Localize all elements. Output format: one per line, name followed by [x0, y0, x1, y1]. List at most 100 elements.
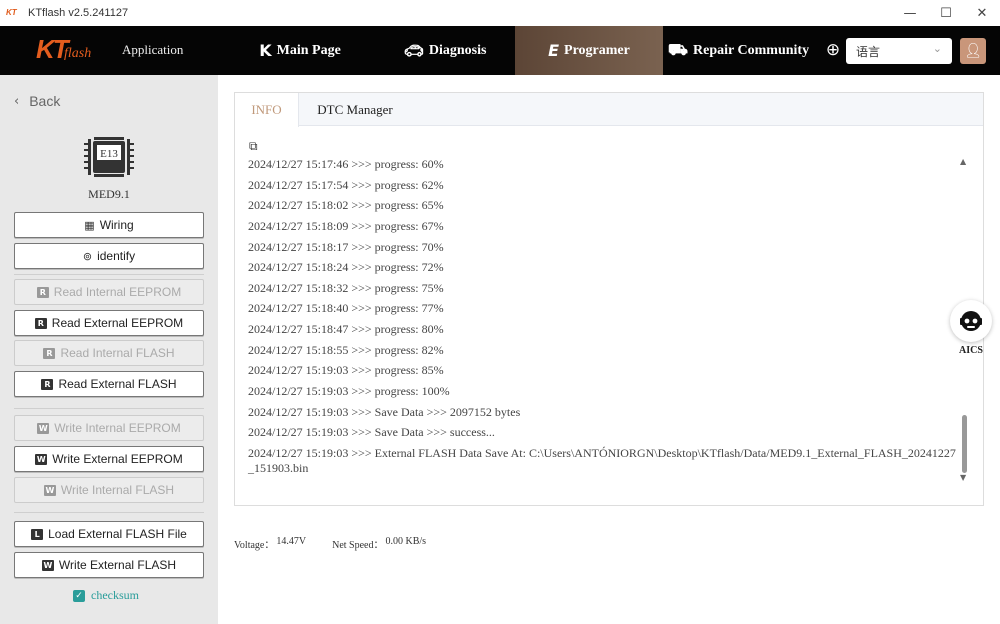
- write-external-eeprom-button[interactable]: W Write External EEPROM: [14, 446, 204, 472]
- log-line: 2024/12/27 15:18:02 >>> progress: 65%: [248, 198, 444, 213]
- log-line: 2024/12/27 15:19:03 >>> Save Data >>> 20…: [248, 404, 521, 419]
- aics-label: AICS: [959, 345, 983, 356]
- scroll-up-arrow-icon[interactable]: ▲: [960, 157, 966, 166]
- user-icon: 👤︎: [964, 43, 982, 59]
- checksum-checkbox[interactable]: ✓ checksum: [73, 588, 139, 603]
- load-external-flash-file-button[interactable]: L Load External FLASH File: [14, 521, 204, 547]
- read-external-flash-button[interactable]: R Read External FLASH: [14, 371, 204, 397]
- log-line: 2024/12/27 15:18:32 >>> progress: 75%: [248, 280, 444, 295]
- aics-assistant[interactable]: AICS: [948, 300, 994, 360]
- button-label: Wiring: [99, 218, 134, 232]
- button-label: Read Internal FLASH: [60, 346, 175, 360]
- ecu-name: MED9.1: [88, 187, 130, 201]
- read-icon: R: [43, 347, 56, 359]
- tab-bar: INFO DTC Manager: [235, 93, 983, 127]
- nav-label: Programer: [564, 42, 630, 58]
- back-button[interactable]: ‹ Back: [14, 93, 60, 109]
- button-label: Read External EEPROM: [51, 316, 184, 330]
- copy-icon[interactable]: ⧉: [249, 139, 258, 154]
- read-internal-eeprom-button[interactable]: R Read Internal EEPROM: [14, 279, 204, 305]
- chevron-left-icon: ‹: [14, 93, 20, 109]
- read-external-eeprom-button[interactable]: R Read External EEPROM: [14, 310, 204, 336]
- log-line: 2024/12/27 15:19:03 >>> progress: 85%: [248, 363, 444, 378]
- log-line: 2024/12/27 15:19:03 >>> External FLASH D…: [248, 445, 956, 475]
- window-title: KTflash v2.5.241127: [28, 7, 129, 19]
- brand-kt: KT: [36, 34, 69, 64]
- button-label: Write External FLASH: [58, 558, 177, 572]
- log-line: 2024/12/27 15:19:03 >>> progress: 100%: [248, 384, 450, 399]
- back-label: Back: [29, 93, 61, 109]
- checkmark-icon: ✓: [73, 589, 85, 602]
- log-line: 2024/12/27 15:17:46 >>> progress: 60%: [248, 157, 444, 171]
- button-label: Load External FLASH File: [48, 527, 187, 541]
- log-line: 2024/12/27 15:18:24 >>> progress: 72%: [248, 260, 444, 275]
- close-button[interactable]: ✕: [964, 0, 1000, 26]
- wiring-button[interactable]: ▦ Wiring: [14, 212, 204, 238]
- log-line: 2024/12/27 15:18:47 >>> progress: 80%: [248, 322, 444, 337]
- aics-button[interactable]: [950, 300, 992, 342]
- sidebar: ‹ Back E13 MED9.1 ▦ Wiring ⊚ identify R …: [0, 75, 218, 624]
- tab-dtc-manager[interactable]: DTC Manager: [299, 93, 411, 126]
- chip-icon: ⊚: [82, 249, 93, 263]
- read-internal-flash-button[interactable]: R Read Internal FLASH: [14, 340, 204, 366]
- net-speed-value: 0.00 KB/s: [385, 536, 427, 547]
- load-icon: L: [31, 528, 44, 540]
- k-logo-icon: K: [259, 41, 272, 60]
- tab-info[interactable]: INFO: [235, 93, 299, 127]
- minimize-button[interactable]: —: [892, 0, 928, 26]
- nav-repair-community[interactable]: ⛟ Repair Community: [666, 26, 811, 75]
- divider: [14, 512, 204, 513]
- log-line: 2024/12/27 15:18:17 >>> progress: 70%: [248, 239, 444, 254]
- write-icon: W: [41, 559, 54, 571]
- scroll-down-arrow-icon[interactable]: ▼: [960, 473, 966, 482]
- button-label: Write External EEPROM: [52, 452, 183, 466]
- voltage-value: 14.47V: [276, 536, 307, 547]
- user-avatar[interactable]: 👤︎: [960, 38, 986, 64]
- application-label: Application: [122, 42, 184, 57]
- brand-flash: flash: [64, 46, 92, 61]
- tab-label: INFO: [251, 102, 282, 117]
- language-value: 语言: [856, 44, 881, 59]
- net-speed-label: Net Speed：: [332, 540, 384, 551]
- nav-label: Diagnosis: [428, 42, 487, 58]
- nav-label: Repair Community: [693, 42, 810, 58]
- tab-label: DTC Manager: [317, 101, 393, 117]
- language-select[interactable]: 语言 ⌄: [846, 38, 952, 64]
- write-icon: W: [37, 422, 50, 434]
- divider: [14, 408, 204, 409]
- write-icon: W: [43, 484, 56, 496]
- nav-diagnosis[interactable]: 🚗︎ Diagnosis: [390, 26, 500, 75]
- log-line: 2024/12/27 15:18:55 >>> progress: 82%: [248, 342, 444, 357]
- button-label: Write Internal EEPROM: [54, 421, 181, 435]
- read-icon: R: [36, 286, 49, 298]
- ecu-chip-label: E13: [100, 148, 118, 160]
- read-icon: R: [34, 317, 47, 329]
- write-internal-flash-button[interactable]: W Write Internal FLASH: [14, 477, 204, 503]
- write-internal-eeprom-button[interactable]: W Write Internal EEPROM: [14, 415, 204, 441]
- write-icon: W: [35, 453, 48, 465]
- nav-programer[interactable]: E Programer: [515, 26, 663, 75]
- checksum-label: checksum: [91, 588, 139, 602]
- globe-icon[interactable]: ⊕: [823, 40, 843, 60]
- repair-icon: ⛟: [667, 40, 689, 59]
- car-icon: 🚗︎: [403, 41, 424, 60]
- button-label: identify: [97, 249, 136, 263]
- identify-button[interactable]: ⊚ identify: [14, 243, 204, 269]
- scrollbar-thumb[interactable]: [962, 415, 967, 473]
- window-controls: — ☐ ✕: [892, 0, 1000, 26]
- read-icon: R: [41, 378, 54, 390]
- grid-icon: ▦: [84, 218, 95, 232]
- chevron-down-icon: ⌄: [932, 42, 942, 55]
- voltage-label: Voltage：: [234, 540, 275, 551]
- brand-logo: KT flash: [36, 34, 116, 66]
- button-label: Read External FLASH: [58, 377, 177, 391]
- robot-icon: [960, 311, 982, 331]
- nav-main-page[interactable]: K Main Page: [235, 26, 365, 75]
- write-external-flash-button[interactable]: W Write External FLASH: [14, 552, 204, 578]
- info-panel: INFO DTC Manager ⧉ 2024/12/27 15:17:46 >…: [234, 92, 984, 506]
- button-label: Write Internal FLASH: [60, 483, 175, 497]
- maximize-button[interactable]: ☐: [928, 0, 964, 26]
- status-bar: Voltage： 14.47V Net Speed： 0.00 KB/s: [234, 536, 428, 551]
- divider: [14, 274, 204, 275]
- nav-label: Main Page: [276, 42, 341, 58]
